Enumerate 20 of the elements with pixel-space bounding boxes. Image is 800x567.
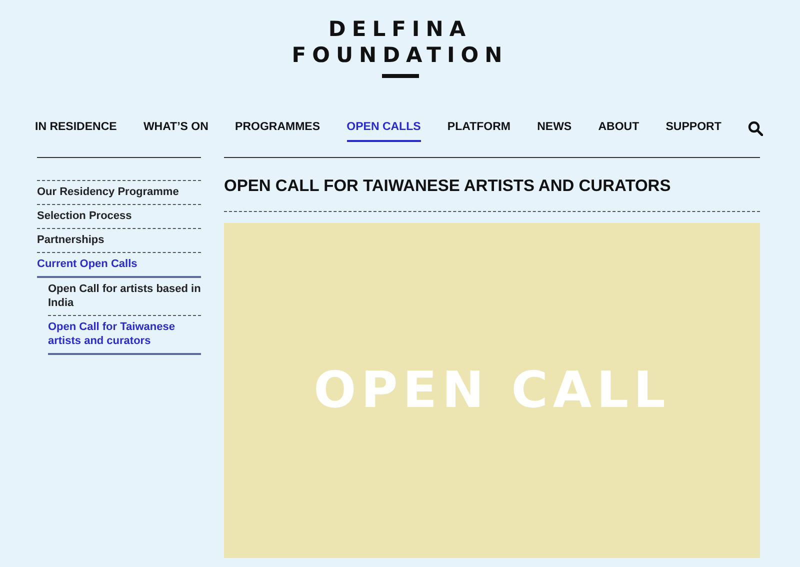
nav-link[interactable]: PLATFORM — [447, 114, 510, 142]
banner-text: OPEN CALL — [314, 360, 670, 421]
submenu-item[interactable]: Open Call for artists based in India — [48, 278, 201, 315]
sidebar-item[interactable]: Selection Process — [37, 204, 201, 228]
sidebar-item[interactable]: Current Open Calls — [37, 252, 201, 276]
nav-link[interactable]: SUPPORT — [666, 114, 722, 142]
search-icon[interactable] — [748, 121, 763, 136]
sidebar-item[interactable]: Partnerships — [37, 228, 201, 252]
nav-link[interactable]: WHAT’S ON — [143, 114, 208, 142]
nav-link[interactable]: PROGRAMMES — [235, 114, 320, 142]
nav-link[interactable]: OPEN CALLS — [346, 114, 421, 142]
nav-link[interactable]: IN RESIDENCE — [35, 114, 117, 142]
logo-text[interactable]: FOUNDATION — [292, 42, 508, 68]
nav-link[interactable]: NEWS — [537, 114, 572, 142]
logo-text[interactable]: DELFINA — [328, 16, 472, 42]
logo-underline — [382, 74, 418, 78]
submenu-item[interactable]: Open Call for Taiwanese artists and curators — [48, 315, 201, 355]
sidebar-item[interactable]: Our Residency Programme — [37, 180, 201, 204]
page-title: OPEN CALL FOR TAIWANESE ARTISTS AND CURATORS — [224, 158, 760, 212]
nav-link[interactable]: ABOUT — [598, 114, 640, 142]
